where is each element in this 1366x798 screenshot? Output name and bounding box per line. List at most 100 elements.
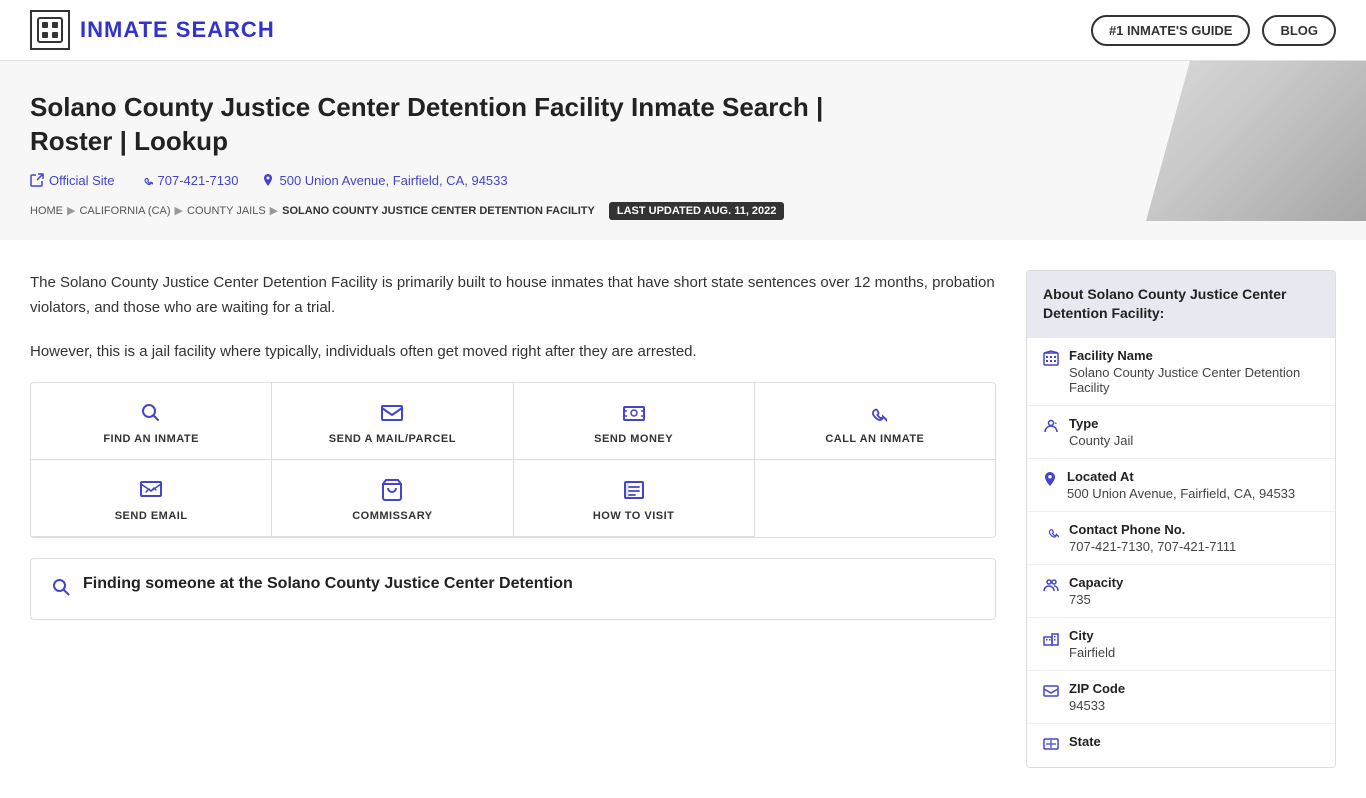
breadcrumb-sep2: ▶	[175, 204, 183, 217]
email-icon	[139, 478, 163, 502]
nav-blog-button[interactable]: BLOG	[1262, 15, 1336, 46]
zip-label: ZIP Code	[1069, 681, 1125, 696]
action-row-1: FIND AN INMATE SEND A MAIL/PARCEL	[31, 383, 995, 460]
about-location: Located At 500 Union Avenue, Fairfield, …	[1027, 459, 1335, 512]
hero-meta: Official Site 707-421-7130 500 Union Ave…	[30, 173, 1336, 188]
location-content: Located At 500 Union Avenue, Fairfield, …	[1067, 469, 1295, 501]
page-title: Solano County Justice Center Detention F…	[30, 91, 830, 159]
hero-address: 500 Union Avenue, Fairfield, CA, 94533	[279, 173, 507, 188]
state-label: State	[1069, 734, 1101, 749]
location-value: 500 Union Avenue, Fairfield, CA, 94533	[1067, 486, 1295, 501]
breadcrumb-home[interactable]: HOME	[30, 205, 63, 217]
hero-section: Solano County Justice Center Detention F…	[0, 61, 1366, 240]
about-state: State	[1027, 724, 1335, 767]
find-inmate-label: FIND AN INMATE	[103, 433, 199, 445]
city-icon	[1043, 630, 1059, 651]
official-site-label: Official Site	[49, 173, 115, 188]
action-grid: FIND AN INMATE SEND A MAIL/PARCEL	[30, 382, 996, 538]
about-capacity: Capacity 735	[1027, 565, 1335, 618]
list-icon	[622, 478, 646, 502]
search-icon	[139, 401, 163, 425]
how-to-visit-label: HOW TO VISIT	[593, 510, 675, 522]
phone-content: Contact Phone No. 707-421-7130, 707-421-…	[1069, 522, 1236, 554]
right-column: About Solano County Justice Center Deten…	[1026, 270, 1336, 768]
mail-icon	[380, 401, 404, 425]
commissary-label: COMMISSARY	[352, 510, 432, 522]
phone-value: 707-421-7130, 707-421-7111	[1069, 539, 1236, 554]
cart-icon	[380, 478, 404, 502]
building-icon	[1043, 350, 1059, 371]
type-label: Type	[1069, 416, 1133, 431]
send-mail-label: SEND A MAIL/PARCEL	[329, 433, 456, 445]
official-site-link[interactable]: Official Site	[30, 173, 115, 188]
state-content: State	[1069, 734, 1101, 751]
facility-name-value: Solano County Justice Center Detention F…	[1069, 365, 1319, 395]
facility-name-content: Facility Name Solano County Justice Cent…	[1069, 348, 1319, 395]
location-label: Located At	[1067, 469, 1295, 484]
breadcrumb-county[interactable]: COUNTY JAILS	[187, 205, 266, 217]
pin-icon	[262, 173, 274, 187]
breadcrumb: HOME ▶ CALIFORNIA (CA) ▶ COUNTY JAILS ▶ …	[30, 202, 1336, 220]
link-icon	[30, 173, 44, 187]
main-content: The Solano County Justice Center Detenti…	[0, 240, 1366, 798]
hero-phone: 707-421-7130	[158, 173, 239, 188]
breadcrumb-facility: SOLANO COUNTY JUSTICE CENTER DETENTION F…	[282, 205, 595, 217]
finding-search-icon	[51, 577, 71, 603]
nav-guide-button[interactable]: #1 INMATE'S GUIDE	[1091, 15, 1250, 46]
description-para1: The Solano County Justice Center Detenti…	[30, 270, 996, 321]
commissary-cell[interactable]: COMMISSARY	[272, 460, 513, 537]
finding-section: Finding someone at the Solano County Jus…	[30, 558, 996, 620]
zip-icon	[1043, 683, 1059, 704]
send-mail-cell[interactable]: SEND A MAIL/PARCEL	[272, 383, 513, 460]
find-inmate-cell[interactable]: FIND AN INMATE	[31, 383, 272, 460]
zip-value: 94533	[1069, 698, 1125, 713]
about-box: About Solano County Justice Center Deten…	[1026, 270, 1336, 768]
city-label: City	[1069, 628, 1115, 643]
location-pin-icon	[1043, 471, 1057, 492]
call-inmate-cell[interactable]: CALL AN INMATE	[755, 383, 995, 460]
call-inmate-label: CALL AN INMATE	[825, 433, 924, 445]
phone-icon	[139, 173, 153, 187]
type-content: Type County Jail	[1069, 416, 1133, 448]
state-icon	[1043, 736, 1059, 757]
capacity-label: Capacity	[1069, 575, 1123, 590]
money-icon	[622, 401, 646, 425]
city-value: Fairfield	[1069, 645, 1115, 660]
hero-bg-image	[1146, 61, 1366, 221]
logo-icon	[30, 10, 70, 50]
logo-text: INMATE SEARCH	[80, 17, 275, 43]
finding-heading: Finding someone at the Solano County Jus…	[83, 575, 573, 593]
about-phone: Contact Phone No. 707-421-7130, 707-421-…	[1027, 512, 1335, 565]
zip-content: ZIP Code 94533	[1069, 681, 1125, 713]
city-content: City Fairfield	[1069, 628, 1115, 660]
capacity-content: Capacity 735	[1069, 575, 1123, 607]
about-phone-icon	[1043, 524, 1059, 545]
call-icon	[863, 401, 887, 425]
breadcrumb-sep1: ▶	[67, 204, 75, 217]
type-icon	[1043, 418, 1059, 439]
action-row-2: SEND EMAIL COMMISSARY	[31, 460, 995, 537]
capacity-icon	[1043, 577, 1059, 598]
breadcrumb-state[interactable]: CALIFORNIA (CA)	[79, 205, 170, 217]
site-header: INMATE SEARCH #1 INMATE'S GUIDE BLOG	[0, 0, 1366, 61]
about-facility-name: Facility Name Solano County Justice Cent…	[1027, 338, 1335, 406]
description-para2: However, this is a jail facility where t…	[30, 339, 996, 365]
facility-name-label: Facility Name	[1069, 348, 1319, 363]
breadcrumb-sep3: ▶	[270, 204, 278, 217]
phone-link[interactable]: 707-421-7130	[139, 173, 239, 188]
type-value: County Jail	[1069, 433, 1133, 448]
logo-area[interactable]: INMATE SEARCH	[30, 10, 275, 50]
last-updated-badge: LAST UPDATED AUG. 11, 2022	[609, 202, 785, 220]
address-item: 500 Union Avenue, Fairfield, CA, 94533	[262, 173, 507, 188]
send-money-label: SEND MONEY	[594, 433, 673, 445]
left-column: The Solano County Justice Center Detenti…	[30, 270, 996, 768]
send-money-cell[interactable]: SEND MONEY	[514, 383, 755, 460]
header-nav: #1 INMATE'S GUIDE BLOG	[1091, 15, 1336, 46]
send-email-cell[interactable]: SEND EMAIL	[31, 460, 272, 537]
about-city: City Fairfield	[1027, 618, 1335, 671]
send-email-label: SEND EMAIL	[115, 510, 188, 522]
how-to-visit-cell[interactable]: HOW TO VISIT	[514, 460, 755, 537]
about-box-header: About Solano County Justice Center Deten…	[1027, 271, 1335, 338]
capacity-value: 735	[1069, 592, 1123, 607]
about-type: Type County Jail	[1027, 406, 1335, 459]
